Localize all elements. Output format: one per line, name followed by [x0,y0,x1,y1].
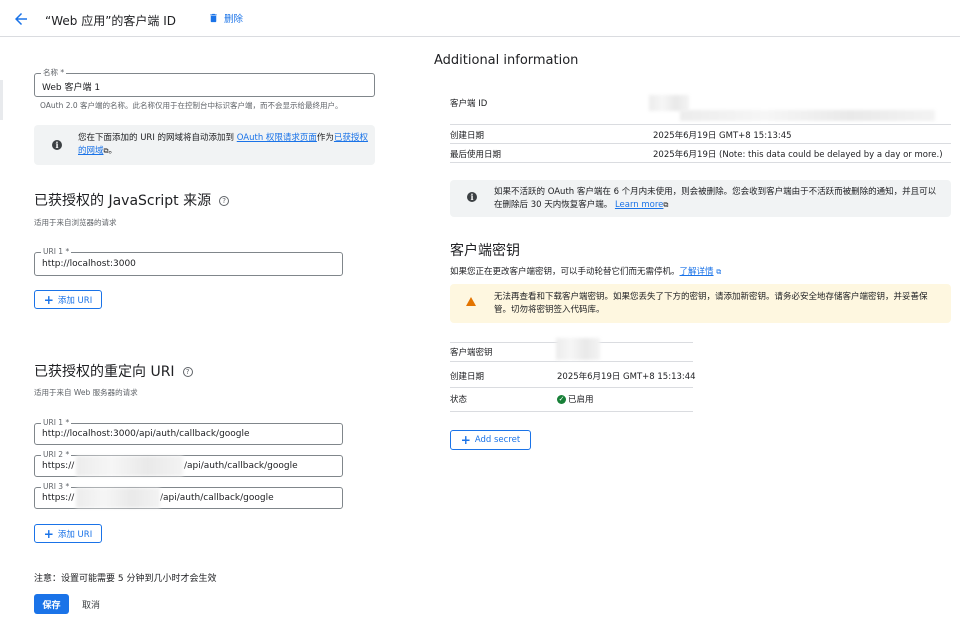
add-redirect-uri-button[interactable]: + 添加 URI [34,524,102,543]
plus-icon: + [43,292,54,307]
side-rail [0,80,3,120]
consent-screen-link[interactable]: OAuth 权限请求页面 [237,133,317,143]
redacted-secret [556,338,600,360]
uri-domain-notice: i 您在下面添加的 URI 的网域将自动添加到 OAuth 权限请求页面作为已获… [34,125,375,165]
js-origins-title: 已获授权的 JavaScript 来源? [34,190,230,210]
secret-warning-box: 无法再查看和下载客户端密钥。如果您丢失了下方的密钥，请添加新密钥。请务必安全地存… [450,284,951,323]
js-origins-subtitle: 适用于来自浏览器的请求 [34,218,117,227]
info-icon: i [52,140,62,150]
info-icon: i [467,192,477,202]
plus-icon: + [460,433,471,447]
name-field-value: Web 客户端 1 [42,83,101,93]
name-hint: OAuth 2.0 客户端的名称。此名称仅用于在控制台中标识客户端，而不会显示给… [40,101,343,110]
client-secret-desc: 如果您正在更改客户端密钥，可以手动轮替它们而无需停机。了解详情 ⧉ [450,267,722,277]
delete-label: 删除 [224,14,244,25]
learn-details-link[interactable]: 了解详情 [680,267,714,277]
status-badge: ✓ 已启用 [557,395,594,405]
secret-warning-text: 无法再查看和下载客户端密钥。如果您丢失了下方的密钥，请添加新密钥。请务必安全地存… [494,292,928,315]
secret-status-row: 状态 ✓ 已启用 [450,388,693,412]
back-arrow-icon[interactable] [12,10,30,28]
check-circle-icon: ✓ [557,395,566,404]
save-button[interactable]: 保存 [34,594,69,614]
inactive-notice-text: 如果不活跃的 OAuth 客户端在 6 个月内未使用，则会被删除。您会收到客户端… [494,187,937,210]
redacted-domain [76,456,183,476]
additional-info-title: Additional information [434,53,579,68]
name-field-label: 名称 * [41,68,67,78]
page-title: “Web 应用”的客户端 ID [45,14,177,28]
help-icon[interactable]: ? [182,367,193,377]
delete-button[interactable]: 删除 [208,11,243,25]
learn-more-link[interactable]: Learn more [615,200,663,210]
settings-delay-note: 注意：设置可能需要 5 分钟到几小时才会生效 [34,574,217,584]
last-used-row: 最后使用日期 2025年6月19日 (Note: this data could… [450,144,951,163]
redacted-client-id [649,95,689,111]
redirect-uris-subtitle: 适用于来自 Web 服务器的请求 [34,388,138,397]
uri-notice-text: 您在下面添加的 URI 的网域将自动添加到 OAuth 权限请求页面作为已获授权… [78,133,368,156]
name-field[interactable]: 名称 * Web 客户端 1 [34,68,375,97]
redirect-uri-1[interactable]: URI 1 * http://localhost:3000/api/auth/c… [34,418,343,445]
external-link-icon: ⧉ [716,268,722,276]
help-icon[interactable]: ? [219,196,230,206]
secret-created-row: 创建日期 2025年6月19日 GMT+8 15:13:44 [450,362,696,388]
js-origin-uri-1[interactable]: URI 1 * http://localhost:3000 [34,247,343,276]
external-link-icon: ⧉ [663,201,669,209]
plus-icon: + [43,526,54,541]
add-secret-button[interactable]: + Add secret [450,430,531,450]
client-secret-title: 客户端密钥 [450,243,520,259]
warning-icon [466,297,476,306]
top-bar: “Web 应用”的客户端 ID 删除 [0,0,960,37]
redacted-client-id [680,110,935,121]
created-date-row: 创建日期 2025年6月19日 GMT+8 15:13:45 [450,125,951,144]
cancel-button[interactable]: 取消 [82,598,100,611]
inactive-client-notice: i 如果不活跃的 OAuth 客户端在 6 个月内未使用，则会被删除。您会收到客… [450,180,951,217]
redacted-domain [76,488,160,508]
add-js-origin-button[interactable]: + 添加 URI [34,290,102,309]
redirect-uris-title: 已获授权的重定向 URI? [34,361,193,381]
trash-icon [210,13,217,23]
